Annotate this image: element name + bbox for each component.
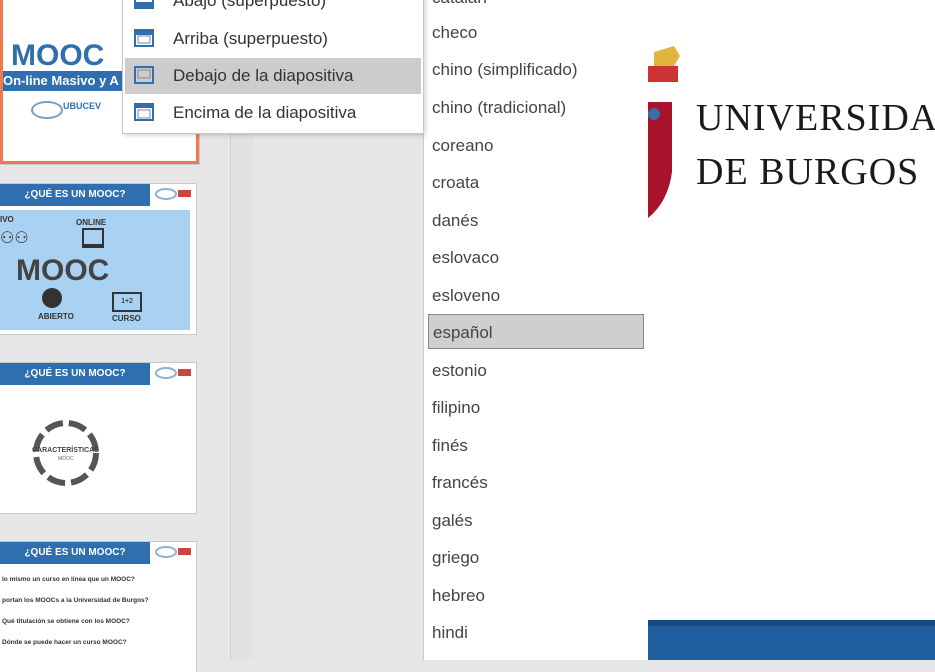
caption-position-menu[interactable]: Abajo (superpuesto) Arriba (superpuesto)… bbox=[122, 0, 424, 134]
slide-thumbnail-3[interactable]: ¿QUÉ ES UN MOOC? CARACTERÍSTICAS MOOC bbox=[0, 363, 196, 513]
slide4-header: ¿QUÉ ES UN MOOC? bbox=[0, 542, 150, 564]
ubucev-logo-icon bbox=[154, 544, 192, 560]
laptop-icon bbox=[82, 228, 104, 248]
language-item[interactable]: filipino bbox=[428, 390, 644, 425]
slide3-center-sub: MOOC bbox=[58, 456, 74, 462]
university-name-line-2: DE BURGOS bbox=[696, 151, 920, 193]
menu-item-arriba-superpuesto[interactable]: Arriba (superpuesto) bbox=[125, 21, 421, 57]
slide4-line-2: portan los MOOCs a la Universidad de Bur… bbox=[2, 597, 149, 604]
language-item[interactable]: esloveno bbox=[428, 278, 644, 313]
slide2-label-left: IVO bbox=[0, 215, 14, 224]
menu-item-abajo-superpuesto[interactable]: Abajo (superpuesto) bbox=[125, 0, 421, 19]
slide3-header: ¿QUÉ ES UN MOOC? bbox=[0, 363, 150, 385]
language-item[interactable]: galés bbox=[428, 503, 644, 538]
language-item[interactable]: checo bbox=[428, 15, 644, 50]
menu-item-encima-diapositiva[interactable]: Encima de la diapositiva bbox=[125, 95, 421, 131]
menu-item-label: Encima de la diapositiva bbox=[173, 103, 357, 122]
slide-thumbnail-2[interactable]: ¿QUÉ ES UN MOOC? IVO ⚇⚇ ONLINE MOOC ABIE… bbox=[0, 184, 196, 334]
slide2-header: ¿QUÉ ES UN MOOC? bbox=[0, 184, 150, 206]
language-item[interactable]: croata bbox=[428, 165, 644, 200]
slide2-label-abierto: ABIERTO bbox=[38, 312, 74, 321]
language-item[interactable]: chino (tradicional) bbox=[428, 90, 644, 125]
slide1-title: MOOC bbox=[11, 39, 105, 72]
slide4-line-4: Dónde se puede hacer un curso MOOC? bbox=[2, 639, 127, 646]
language-item[interactable]: danés bbox=[428, 203, 644, 238]
language-item[interactable]: francés bbox=[428, 465, 644, 500]
language-item[interactable]: hindi bbox=[428, 615, 644, 650]
menu-item-label: Debajo de la diapositiva bbox=[173, 66, 354, 85]
university-crest-icon bbox=[648, 42, 682, 218]
language-item[interactable]: finés bbox=[428, 428, 644, 463]
slide2-label-curso: CURSO bbox=[112, 314, 141, 323]
language-item[interactable]: hebreo bbox=[428, 578, 644, 613]
slide4-line-1: lo mismo un curso en línea que un MOOC? bbox=[2, 576, 135, 583]
slide2-label-online: ONLINE bbox=[76, 218, 107, 227]
people-icon: ⚇⚇ bbox=[0, 230, 29, 247]
slide4-line-3: Qué titulación se obtiene con los MOOC? bbox=[2, 618, 130, 625]
slide-footer-band-top bbox=[648, 620, 935, 626]
menu-item-debajo-diapositiva[interactable]: Debajo de la diapositiva bbox=[125, 58, 421, 94]
university-name-line-1: UNIVERSIDA bbox=[696, 97, 935, 139]
main-slide[interactable]: UNIVERSIDA DE BURGOS bbox=[648, 0, 935, 660]
ubucev-logo-icon bbox=[154, 186, 192, 202]
position-bottom-overlay-icon bbox=[134, 0, 154, 9]
language-item[interactable]: catalán bbox=[428, 0, 644, 15]
language-item[interactable]: coreano bbox=[428, 128, 644, 163]
menu-item-label: Arriba (superpuesto) bbox=[173, 29, 328, 48]
slide1-subtitle: On-line Masivo y A bbox=[3, 73, 119, 88]
ubucev-logo-icon bbox=[154, 365, 192, 381]
slide-thumbnail-4[interactable]: ¿QUÉ ES UN MOOC? lo mismo un curso en lí… bbox=[0, 542, 196, 672]
language-item-selected[interactable]: español bbox=[428, 314, 644, 349]
board-icon: 1+2 bbox=[112, 292, 142, 312]
slide3-center: CARACTERÍSTICAS bbox=[32, 447, 99, 454]
language-list[interactable]: catalán checo chino (simplificado) chino… bbox=[423, 0, 649, 660]
slide1-logo-text: UBUCEV bbox=[63, 101, 102, 111]
language-item[interactable]: chino (simplificado) bbox=[428, 52, 644, 87]
position-below-slide-icon bbox=[134, 66, 154, 84]
slide2-center: MOOC bbox=[16, 254, 110, 287]
slide-footer-band bbox=[648, 620, 935, 660]
globe-icon bbox=[42, 288, 62, 308]
position-top-overlay-icon bbox=[134, 29, 154, 47]
position-above-slide-icon bbox=[134, 103, 154, 121]
language-item[interactable]: estonio bbox=[428, 353, 644, 388]
ubucev-logo-icon bbox=[31, 101, 63, 119]
menu-item-label: Abajo (superpuesto) bbox=[173, 0, 327, 10]
language-item[interactable]: eslovaco bbox=[428, 240, 644, 275]
language-item[interactable]: griego bbox=[428, 540, 644, 575]
